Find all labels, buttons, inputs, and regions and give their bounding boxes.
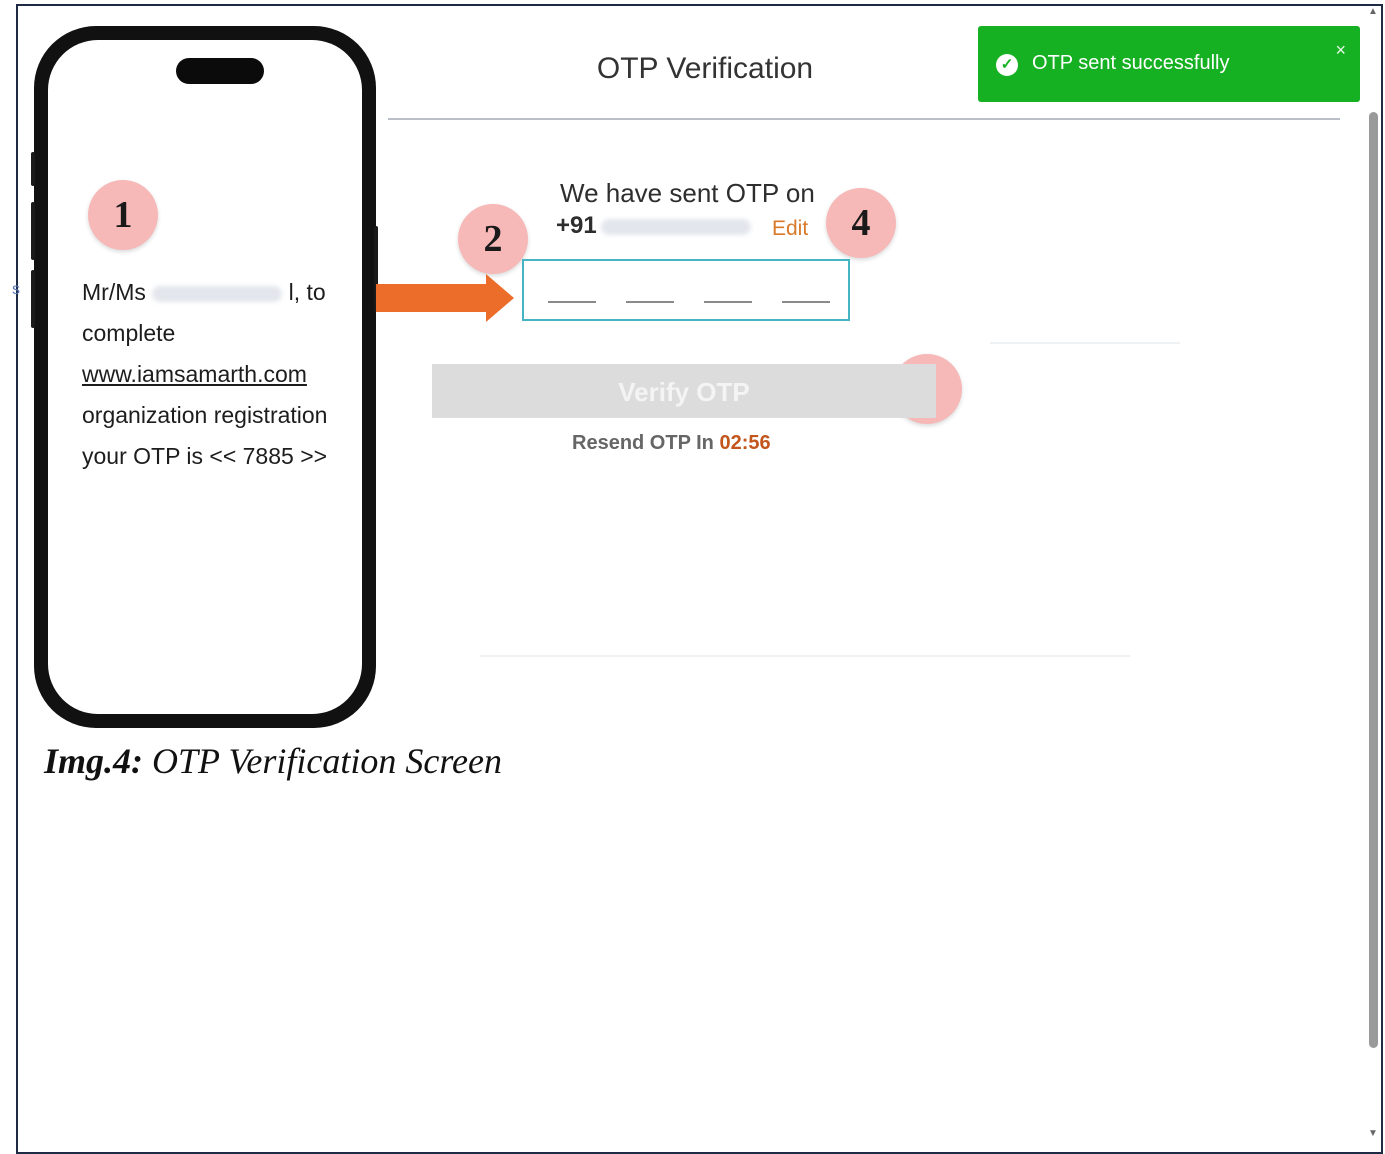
edge-fragment: s — [12, 281, 20, 298]
faint-divider — [480, 655, 1130, 657]
country-code: +91 — [556, 212, 597, 239]
step-badge-2: 2 — [458, 204, 528, 274]
scrollbar-thumb[interactable] — [1369, 112, 1378, 1048]
phone-side-button — [31, 152, 35, 186]
caption-text: OTP Verification Screen — [143, 741, 502, 781]
sms-line: complete — [82, 320, 176, 346]
otp-sent-text: We have sent OTP on — [560, 178, 815, 208]
scroll-up-icon[interactable]: ▲ — [1368, 6, 1378, 17]
caption-label: Img.4: — [44, 741, 143, 781]
otp-digit-slot[interactable] — [626, 301, 674, 303]
phone-notch — [176, 58, 264, 84]
sms-after-name: l, to — [288, 279, 326, 305]
edit-number-link[interactable]: Edit — [772, 217, 808, 241]
resend-label: Resend OTP In — [572, 432, 714, 454]
sms-message: Mr/Ms l, to complete www.iamsamarth.com … — [82, 272, 362, 477]
redacted-phone-number — [600, 218, 751, 235]
header-divider — [388, 118, 1340, 120]
step-badge-1: 1 — [88, 180, 158, 250]
arrow-shaft — [376, 284, 488, 312]
resend-otp-text: Resend OTP In 02:56 — [572, 432, 771, 455]
check-circle-icon: ✓ — [996, 54, 1018, 76]
phone-mockup: Mr/Ms l, to complete www.iamsamarth.com … — [31, 26, 378, 728]
arrow-head-icon — [486, 274, 514, 322]
sms-otp-line: your OTP is << 7885 >> — [82, 443, 328, 469]
success-toast: ✓ OTP sent successfully × — [978, 26, 1360, 102]
otp-input[interactable] — [522, 259, 850, 321]
redacted-name — [152, 285, 283, 302]
phone-side-button — [31, 270, 35, 328]
phone-screen: Mr/Ms l, to complete www.iamsamarth.com … — [48, 40, 362, 714]
close-icon[interactable]: × — [1335, 40, 1346, 61]
sms-link[interactable]: www.iamsamarth.com — [82, 354, 362, 395]
step-badge-4: 4 — [826, 188, 896, 258]
toast-message: OTP sent successfully — [1032, 52, 1230, 74]
phone-number-line: +91 — [556, 212, 755, 240]
otp-digit-slot[interactable] — [548, 301, 596, 303]
sms-greeting: Mr/Ms — [82, 279, 146, 305]
phone-side-button — [31, 202, 35, 260]
scroll-down-icon[interactable]: ▼ — [1368, 1128, 1378, 1139]
sms-line: organization registration — [82, 402, 328, 428]
faint-divider — [990, 342, 1180, 344]
resend-timer: 02:56 — [719, 432, 771, 454]
otp-digit-slot[interactable] — [704, 301, 752, 303]
otp-digit-slot[interactable] — [782, 301, 830, 303]
verify-otp-button[interactable]: Verify OTP — [432, 364, 936, 418]
figure-caption: Img.4: OTP Verification Screen — [44, 740, 502, 782]
page-title: OTP Verification — [596, 52, 814, 85]
